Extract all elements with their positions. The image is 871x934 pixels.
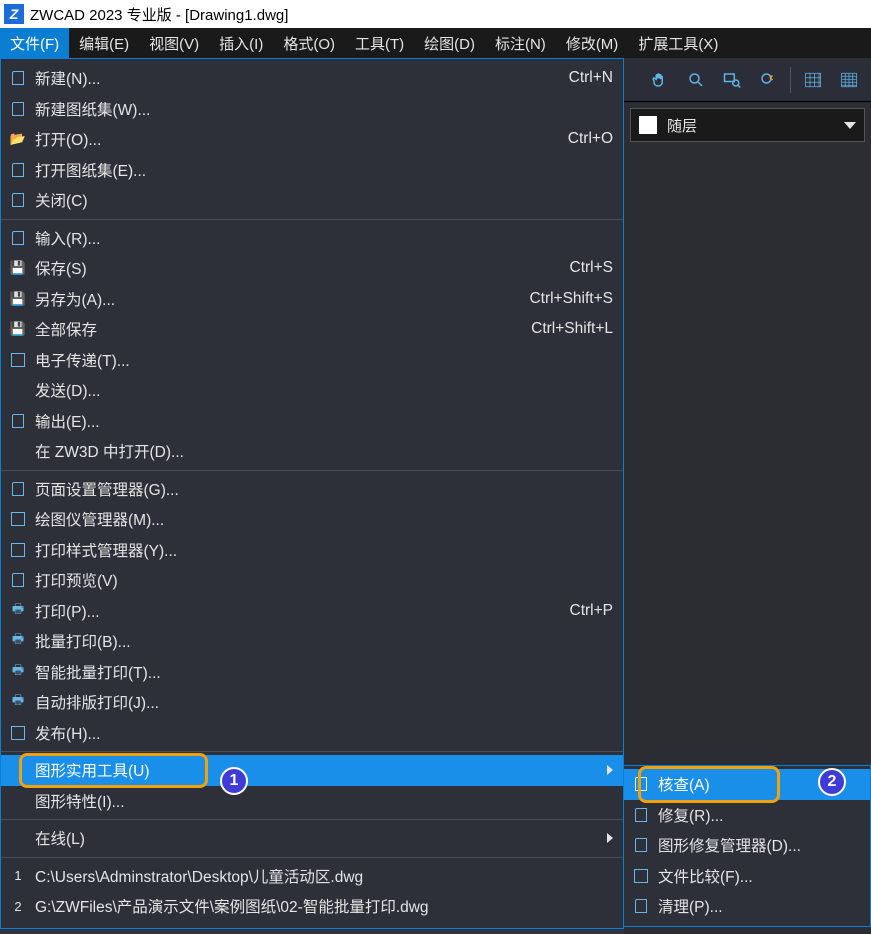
menu-print[interactable]: 🖶 打印(P)... Ctrl+P	[1, 596, 623, 627]
new-sheetset-icon	[7, 98, 29, 120]
print-icon: 🖶	[7, 600, 29, 622]
menu-ext[interactable]: 扩展工具(X)	[628, 28, 728, 58]
menu-export[interactable]: 输出(E)...	[1, 406, 623, 437]
menu-modify[interactable]: 修改(M)	[556, 28, 629, 58]
menu-new-sheetset[interactable]: 新建图纸集(W)...	[1, 94, 623, 125]
zw3d-icon	[7, 440, 29, 462]
layer-label: 随层	[667, 115, 844, 136]
saveall-icon: 💾	[7, 318, 29, 340]
window-title: ZWCAD 2023 专业版 - [Drawing1.dwg]	[30, 4, 288, 25]
preview-icon	[7, 569, 29, 591]
menu-bar: 文件(F) 编辑(E) 视图(V) 插入(I) 格式(O) 工具(T) 绘图(D…	[0, 28, 871, 58]
save-icon: 💾	[7, 257, 29, 279]
open-icon: 📂	[7, 128, 29, 150]
smart-batch-icon: 🖶	[7, 661, 29, 683]
etransmit-icon	[7, 349, 29, 371]
menu-page-setup[interactable]: 页面设置管理器(G)...	[1, 474, 623, 505]
menu-format[interactable]: 格式(O)	[273, 28, 345, 58]
submenu-arrow-icon	[607, 833, 613, 843]
recovery-mgr-icon	[630, 834, 652, 856]
dwg-props-icon	[7, 790, 29, 812]
grid1-icon[interactable]	[799, 66, 827, 94]
batch-print-icon: 🖶	[7, 630, 29, 652]
menu-saveall[interactable]: 💾 全部保存 Ctrl+Shift+L	[1, 314, 623, 345]
menu-save[interactable]: 💾 保存(S) Ctrl+S	[1, 253, 623, 284]
audit-icon	[630, 773, 652, 795]
page-setup-icon	[7, 478, 29, 500]
layer-dropdown[interactable]: 随层	[630, 108, 865, 142]
recent-num: 2	[7, 895, 29, 917]
zoom-window-icon[interactable]	[718, 66, 746, 94]
submenu-recover[interactable]: 修复(R)...	[624, 800, 870, 831]
menu-edit[interactable]: 编辑(E)	[69, 28, 139, 58]
recover-icon	[630, 804, 652, 826]
publish-icon	[7, 722, 29, 744]
import-icon	[7, 227, 29, 249]
menu-drawing-utilities[interactable]: 图形实用工具(U)	[1, 755, 623, 786]
saveas-icon: 💾	[7, 288, 29, 310]
open-sheetset-icon	[7, 159, 29, 181]
menu-open[interactable]: 📂 打开(O)... Ctrl+O	[1, 124, 623, 155]
menu-smart-batch-print[interactable]: 🖶 智能批量打印(T)...	[1, 657, 623, 688]
menu-new[interactable]: 新建(N)... Ctrl+N	[1, 63, 623, 94]
menu-publish[interactable]: 发布(H)...	[1, 718, 623, 749]
app-icon: Z	[4, 4, 24, 24]
submenu-arrow-icon	[607, 765, 613, 775]
plotstyle-icon	[7, 539, 29, 561]
title-bar: Z ZWCAD 2023 专业版 - [Drawing1.dwg]	[0, 0, 871, 28]
grid2-icon[interactable]	[835, 66, 863, 94]
menu-close[interactable]: 关闭(C)	[1, 185, 623, 216]
menu-drawing-properties[interactable]: 图形特性(I)...	[1, 786, 623, 817]
menu-insert[interactable]: 插入(I)	[209, 28, 273, 58]
menu-print-preview[interactable]: 打印预览(V)	[1, 565, 623, 596]
export-icon	[7, 410, 29, 432]
right-toolbar	[624, 58, 871, 102]
menu-online[interactable]: 在线(L)	[1, 823, 623, 854]
chevron-down-icon	[844, 122, 856, 129]
compare-icon	[630, 865, 652, 887]
utilities-icon	[7, 759, 29, 781]
menu-recent-2[interactable]: 2 G:\ZWFiles\产品演示文件\案例图纸\02-智能批量打印.dwg	[1, 891, 623, 922]
submenu-file-compare[interactable]: 文件比较(F)...	[624, 861, 870, 892]
menu-plotstyle-manager[interactable]: 打印样式管理器(Y)...	[1, 535, 623, 566]
menu-send[interactable]: 发送(D)...	[1, 375, 623, 406]
auto-arrange-icon: 🖶	[7, 691, 29, 713]
submenu-recovery-manager[interactable]: 图形修复管理器(D)...	[624, 830, 870, 861]
menu-auto-arrange-print[interactable]: 🖶 自动排版打印(J)...	[1, 687, 623, 718]
online-icon	[7, 827, 29, 849]
menu-recent-1[interactable]: 1 C:\Users\Adminstrator\Desktop\儿童活动区.dw…	[1, 861, 623, 892]
menu-batch-print[interactable]: 🖶 批量打印(B)...	[1, 626, 623, 657]
recent-num: 1	[7, 865, 29, 887]
menu-file[interactable]: 文件(F)	[0, 28, 69, 58]
menu-tools[interactable]: 工具(T)	[345, 28, 414, 58]
menu-import[interactable]: 输入(R)...	[1, 223, 623, 254]
menu-etransmit[interactable]: 电子传递(T)...	[1, 345, 623, 376]
submenu-purge[interactable]: 清理(P)...	[624, 891, 870, 922]
menu-draw[interactable]: 绘图(D)	[414, 28, 485, 58]
annotation-badge-2: 2	[818, 768, 846, 796]
menu-plotter-manager[interactable]: 绘图仪管理器(M)...	[1, 504, 623, 535]
new-icon	[7, 67, 29, 89]
send-icon	[7, 379, 29, 401]
annotation-badge-1: 1	[220, 767, 248, 795]
menu-open-sheetset[interactable]: 打开图纸集(E)...	[1, 155, 623, 186]
zoom-previous-icon[interactable]	[754, 66, 782, 94]
zoom-realtime-icon[interactable]	[682, 66, 710, 94]
menu-dim[interactable]: 标注(N)	[485, 28, 556, 58]
menu-view[interactable]: 视图(V)	[139, 28, 209, 58]
menu-open-zw3d[interactable]: 在 ZW3D 中打开(D)...	[1, 436, 623, 467]
layer-color-swatch	[639, 116, 657, 134]
plotter-icon	[7, 508, 29, 530]
pan-icon[interactable]	[646, 66, 674, 94]
menu-saveas[interactable]: 💾 另存为(A)... Ctrl+Shift+S	[1, 284, 623, 315]
purge-icon	[630, 895, 652, 917]
content-area: 随层 新建(N)... Ctrl+N 新建图纸集(W)... 📂 打开(O)..…	[0, 58, 871, 934]
file-dropdown: 新建(N)... Ctrl+N 新建图纸集(W)... 📂 打开(O)... C…	[0, 58, 624, 929]
close-icon	[7, 189, 29, 211]
